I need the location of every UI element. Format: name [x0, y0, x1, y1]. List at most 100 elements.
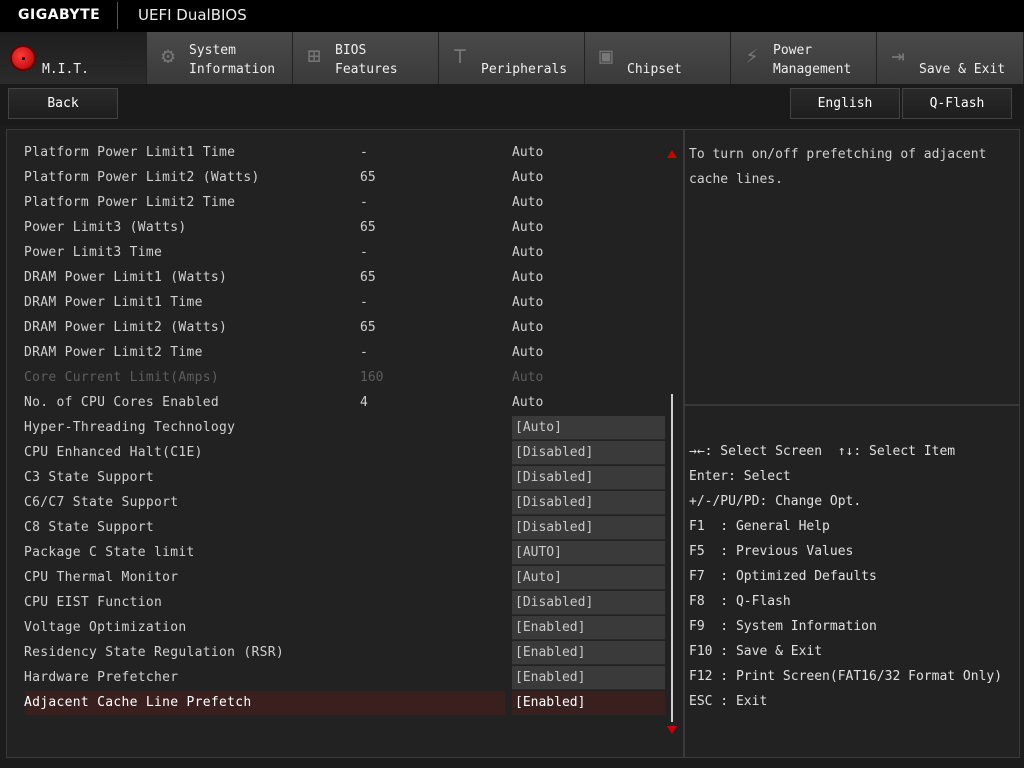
setting-name: Package C State limit — [24, 545, 195, 560]
help-panel: To turn on/off prefetching of adjacent c… — [684, 129, 1020, 405]
setting-row[interactable]: Package C State limit [AUTO] — [7, 541, 683, 566]
setting-row[interactable]: Adjacent Cache Line Prefetch [Enabled] — [7, 691, 683, 716]
setting-value: [Disabled] — [515, 495, 594, 510]
tab-save-exit[interactable]: ⇥ Save & Exit — [877, 32, 1024, 84]
tab-label: M.I.T. — [42, 62, 89, 77]
setting-value[interactable]: Auto — [512, 220, 543, 235]
setting-row[interactable]: Platform Power Limit2 (Watts) 65 Auto — [7, 166, 683, 191]
setting-current-value: 65 — [360, 270, 376, 285]
tab-label: Save & Exit — [919, 62, 1006, 77]
setting-value: [Disabled] — [515, 595, 594, 610]
setting-name: DRAM Power Limit2 Time — [24, 345, 203, 360]
setting-row[interactable]: No. of CPU Cores Enabled 4 Auto — [7, 391, 683, 416]
setting-row[interactable]: CPU EIST Function [Disabled] — [7, 591, 683, 616]
setting-value[interactable]: Auto — [512, 345, 543, 360]
setting-value: [Disabled] — [515, 470, 594, 485]
setting-row[interactable]: CPU Enhanced Halt(C1E) [Disabled] — [7, 441, 683, 466]
tab-bar: M.I.T. ⚙ System Information ⊞ BIOS Featu… — [0, 32, 1024, 84]
setting-current-value: - — [360, 145, 368, 160]
tab-mit[interactable]: M.I.T. — [0, 32, 147, 84]
setting-name: Adjacent Cache Line Prefetch — [24, 695, 252, 710]
setting-option-box[interactable]: [Enabled] — [512, 616, 665, 640]
setting-value[interactable]: Auto — [512, 145, 543, 160]
setting-value[interactable]: Auto — [512, 295, 543, 310]
peripherals-icon: ⊤ — [453, 44, 467, 69]
setting-current-value: 4 — [360, 395, 368, 410]
setting-row[interactable]: DRAM Power Limit1 Time - Auto — [7, 291, 683, 316]
setting-name: Hardware Prefetcher — [24, 670, 179, 685]
scrollbar[interactable] — [671, 394, 673, 722]
setting-option-box[interactable]: [AUTO] — [512, 541, 665, 565]
setting-name: Platform Power Limit1 Time — [24, 145, 236, 160]
setting-value: [Enabled] — [515, 620, 586, 635]
tab-power-management[interactable]: ⚡ Power Management — [731, 32, 877, 84]
setting-current-value: - — [360, 195, 368, 210]
setting-row[interactable]: C3 State Support [Disabled] — [7, 466, 683, 491]
tab-label: BIOS Features — [335, 43, 398, 77]
scroll-down-icon[interactable] — [667, 726, 677, 734]
setting-row[interactable]: Power Limit3 (Watts) 65 Auto — [7, 216, 683, 241]
tab-label: System Information — [189, 43, 276, 77]
setting-row[interactable]: Platform Power Limit1 Time - Auto — [7, 141, 683, 166]
setting-row[interactable]: DRAM Power Limit2 Time - Auto — [7, 341, 683, 366]
setting-current-value: - — [360, 295, 368, 310]
setting-option-box[interactable]: [Auto] — [512, 566, 665, 590]
setting-row[interactable]: DRAM Power Limit1 (Watts) 65 Auto — [7, 266, 683, 291]
brand-logo: GIGABYTE — [18, 7, 101, 23]
setting-row[interactable]: C8 State Support [Disabled] — [7, 516, 683, 541]
tab-system-information[interactable]: ⚙ System Information — [147, 32, 293, 84]
setting-current-value: 65 — [360, 170, 376, 185]
key-hint: →←: Select Screen ↑↓: Select Item — [689, 444, 956, 459]
setting-value[interactable]: Auto — [512, 320, 543, 335]
setting-value[interactable]: Auto — [512, 170, 543, 185]
setting-value: [Disabled] — [515, 445, 594, 460]
setting-row[interactable]: CPU Thermal Monitor [Auto] — [7, 566, 683, 591]
setting-current-value: - — [360, 245, 368, 260]
setting-row[interactable]: Hyper-Threading Technology [Auto] — [7, 416, 683, 441]
sub-toolbar: Back English Q-Flash — [0, 84, 1024, 126]
setting-current-value: - — [360, 345, 368, 360]
setting-name: C8 State Support — [24, 520, 155, 535]
setting-value[interactable]: Auto — [512, 195, 543, 210]
setting-option-box[interactable]: [Disabled] — [512, 491, 665, 515]
language-button[interactable]: English — [790, 88, 900, 119]
back-button[interactable]: Back — [8, 88, 118, 119]
help-text: To turn on/off prefetching of adjacent c… — [689, 147, 987, 187]
setting-option-box[interactable]: [Disabled] — [512, 591, 665, 615]
setting-row[interactable]: DRAM Power Limit2 (Watts) 65 Auto — [7, 316, 683, 341]
setting-option-box[interactable]: [Disabled] — [512, 466, 665, 490]
setting-row[interactable]: Voltage Optimization [Enabled] — [7, 616, 683, 641]
setting-value[interactable]: Auto — [512, 245, 543, 260]
tab-peripherals[interactable]: ⊤ Peripherals — [439, 32, 585, 84]
setting-row[interactable]: C6/C7 State Support [Disabled] — [7, 491, 683, 516]
setting-option-box[interactable]: [Enabled] — [512, 691, 665, 715]
key-hint: F7 : Optimized Defaults — [689, 569, 877, 584]
key-hint: F10 : Save & Exit — [689, 644, 823, 659]
setting-row[interactable]: Platform Power Limit2 Time - Auto — [7, 191, 683, 216]
setting-name: Voltage Optimization — [24, 620, 187, 635]
title-divider — [117, 2, 118, 29]
setting-value[interactable]: Auto — [512, 395, 543, 410]
setting-value[interactable]: Auto — [512, 270, 543, 285]
scroll-up-icon[interactable] — [667, 150, 677, 158]
setting-option-box[interactable]: [Enabled] — [512, 641, 665, 665]
setting-name: Power Limit3 (Watts) — [24, 220, 187, 235]
title-bar: GIGABYTE UEFI DualBIOS — [0, 0, 1024, 32]
setting-option-box[interactable]: [Disabled] — [512, 516, 665, 540]
setting-name: DRAM Power Limit1 (Watts) — [24, 270, 228, 285]
chip-plus-icon: ⊞ — [307, 44, 321, 69]
setting-row[interactable]: Power Limit3 Time - Auto — [7, 241, 683, 266]
tab-bios-features[interactable]: ⊞ BIOS Features — [293, 32, 439, 84]
setting-row[interactable]: Hardware Prefetcher [Enabled] — [7, 666, 683, 691]
setting-option-box[interactable]: [Enabled] — [512, 666, 665, 690]
tab-chipset[interactable]: ▣ Chipset — [585, 32, 731, 84]
setting-name: C3 State Support — [24, 470, 155, 485]
setting-option-box[interactable]: [Auto] — [512, 416, 665, 440]
qflash-button[interactable]: Q-Flash — [902, 88, 1012, 119]
key-hint: ESC : Exit — [689, 694, 768, 709]
setting-row[interactable]: Residency State Regulation (RSR) [Enabled… — [7, 641, 683, 666]
setting-name: Power Limit3 Time — [24, 245, 163, 260]
setting-name: CPU Thermal Monitor — [24, 570, 179, 585]
setting-current-value: 160 — [360, 370, 384, 385]
setting-option-box[interactable]: [Disabled] — [512, 441, 665, 465]
